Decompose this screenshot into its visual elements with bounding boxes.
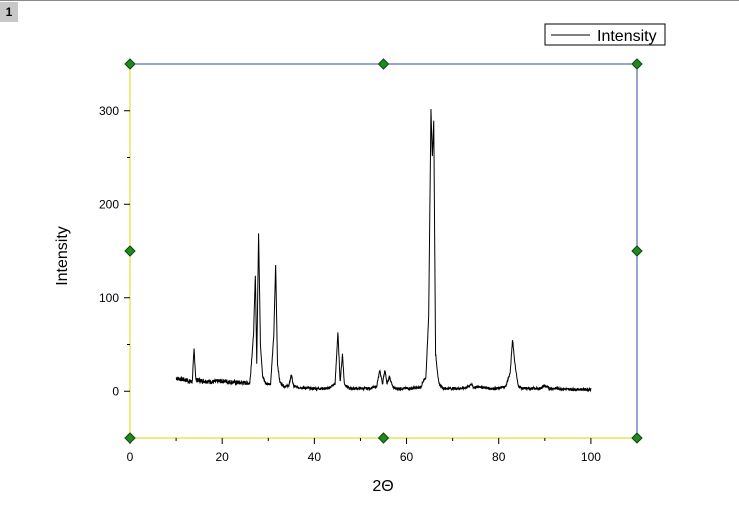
series-layer xyxy=(175,109,592,393)
x-tick-label: 60 xyxy=(400,450,414,464)
y-axis-title: Intensity xyxy=(54,226,71,286)
xrd-chart: 0 20 40 60 80 100 0 100 200 300 Intensity 2Θ Inte… xyxy=(54,23,666,495)
legend[interactable]: Intensity xyxy=(544,23,666,46)
x-tick-label: 40 xyxy=(308,450,322,464)
resize-handle-top-left[interactable] xyxy=(124,58,136,70)
resize-handle-bottom-center[interactable] xyxy=(377,432,390,444)
resize-handle-top-right[interactable] xyxy=(631,58,643,70)
resize-handle-bottom-right[interactable] xyxy=(631,432,643,444)
resize-handle-middle-right[interactable] xyxy=(631,245,643,257)
x-tick-label: 0 xyxy=(127,450,134,464)
resize-handle-middle-left[interactable] xyxy=(124,245,136,257)
series-line-intensity xyxy=(175,109,592,393)
selection-handles xyxy=(124,58,643,444)
x-tick-label: 80 xyxy=(492,450,506,464)
x-axis-title: 2Θ xyxy=(372,478,393,495)
x-tick-label: 100 xyxy=(581,450,601,464)
x-tick-label: 20 xyxy=(216,450,230,464)
y-tick-label: 0 xyxy=(112,384,119,398)
y-tick-label: 300 xyxy=(99,104,119,118)
resize-handle-bottom-left[interactable] xyxy=(124,432,136,444)
y-tick-label: 200 xyxy=(99,197,119,211)
axes-layer: 0 20 40 60 80 100 0 100 200 300 xyxy=(99,63,638,464)
y-tick-label: 100 xyxy=(99,291,119,305)
legend-label-intensity: Intensity xyxy=(597,28,657,45)
resize-handle-top-center[interactable] xyxy=(377,58,390,70)
